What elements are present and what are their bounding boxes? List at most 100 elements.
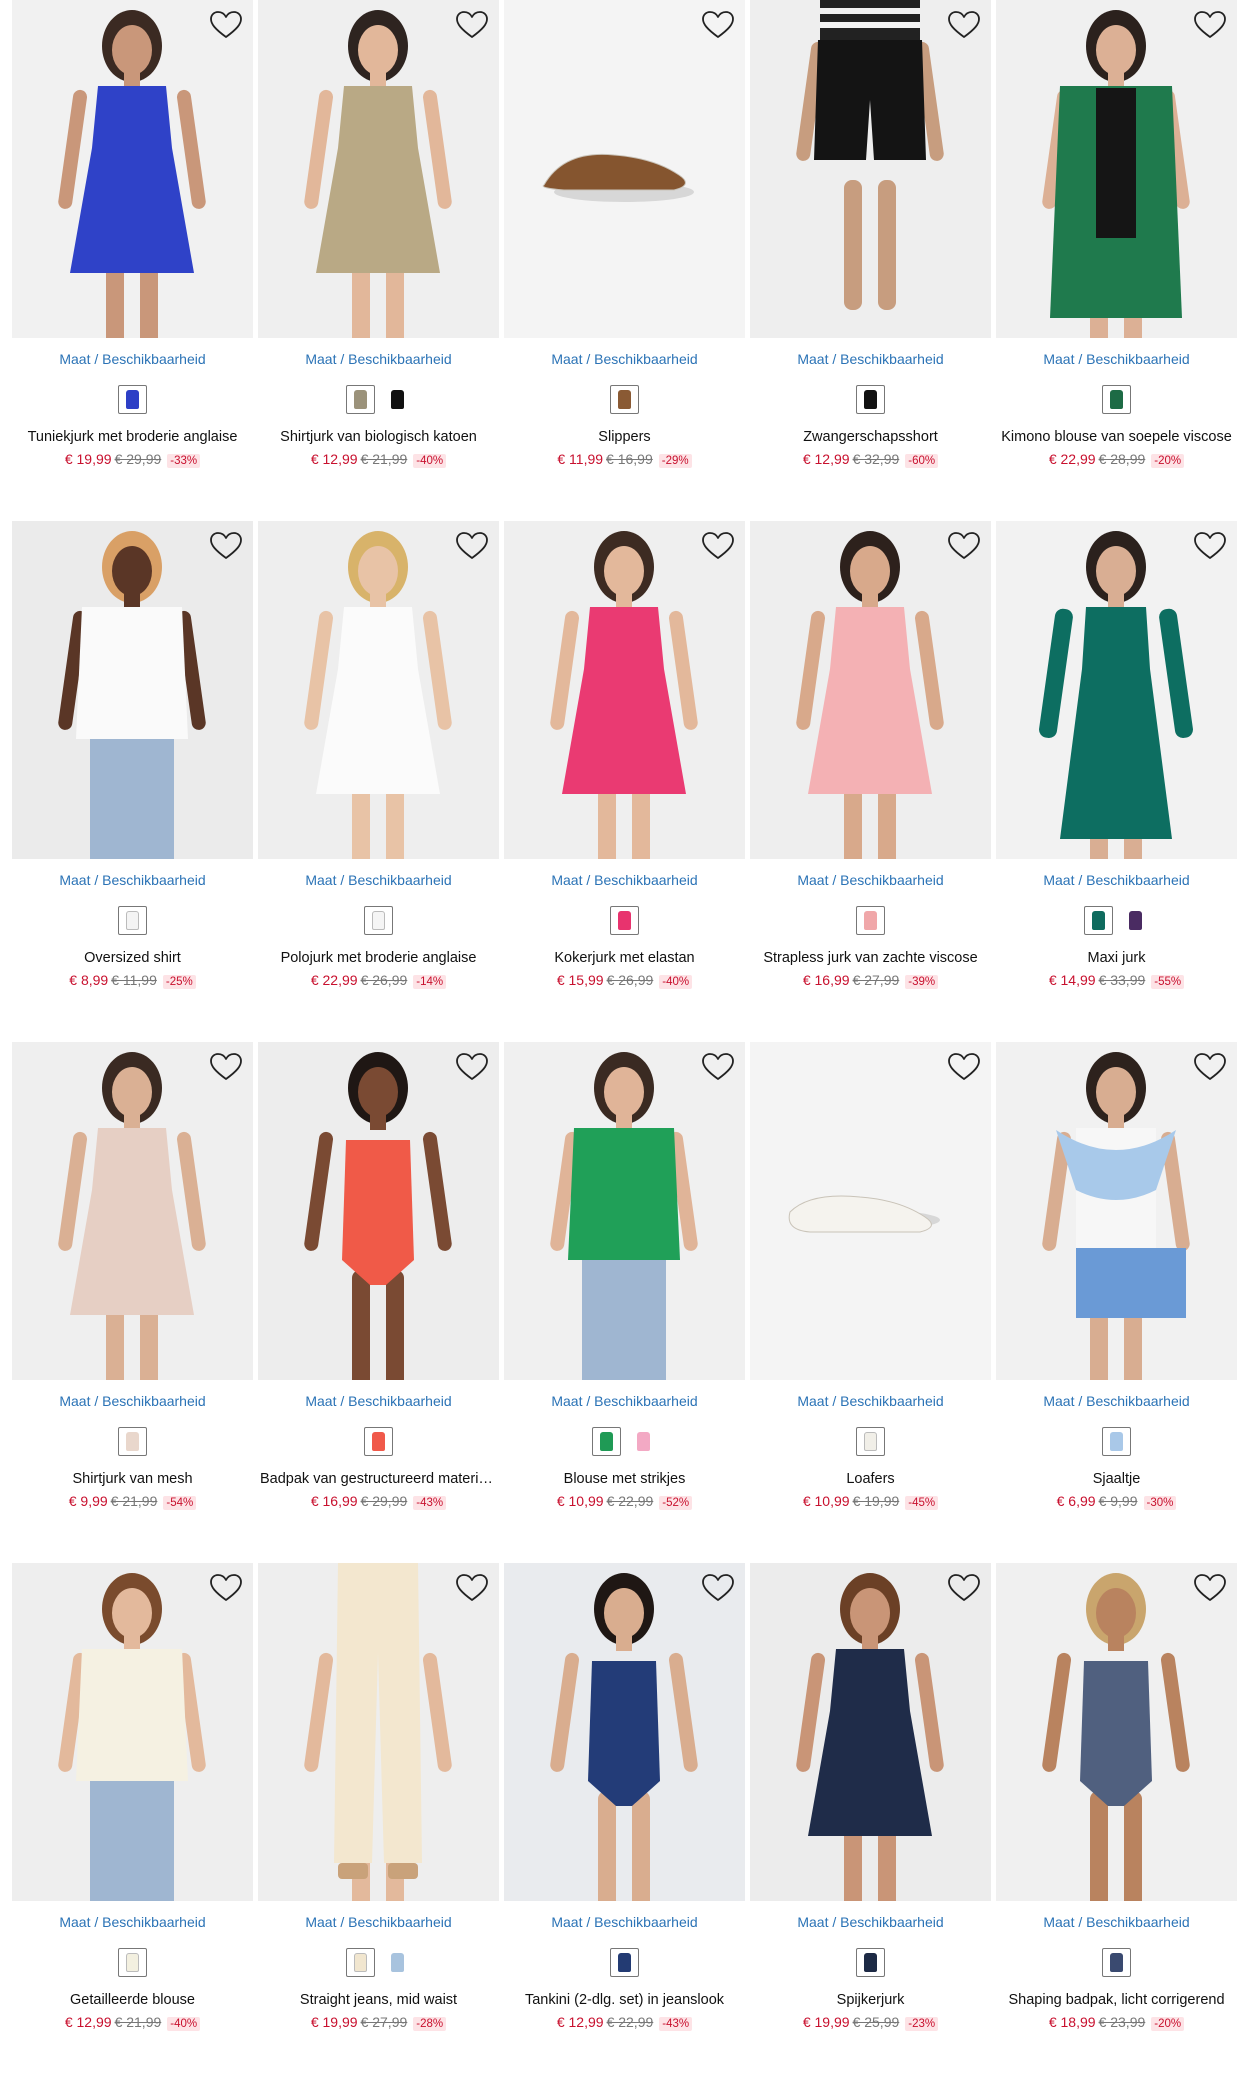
product-title[interactable]: Badpak van gestructureerd materiaal	[258, 1470, 499, 1488]
product-image[interactable]	[12, 1563, 253, 1901]
size-availability-link[interactable]: Maat / Beschikbaarheid	[504, 1913, 745, 1931]
product-image[interactable]	[258, 521, 499, 859]
color-swatch[interactable]	[591, 1427, 621, 1456]
product-title[interactable]: Spijkerjurk	[750, 1991, 991, 2009]
size-availability-link[interactable]: Maat / Beschikbaarheid	[12, 871, 253, 889]
product-card[interactable]: Maat / Beschikbaarheid Shirtjurk van bio…	[258, 0, 499, 521]
product-image[interactable]	[258, 1042, 499, 1380]
product-title[interactable]: Polojurk met broderie anglaise	[258, 949, 499, 967]
color-swatch[interactable]	[118, 1948, 147, 1977]
color-swatch[interactable]	[118, 1427, 147, 1456]
size-availability-link[interactable]: Maat / Beschikbaarheid	[12, 1392, 253, 1410]
color-swatch[interactable]	[1083, 906, 1113, 935]
heart-icon[interactable]	[701, 1573, 735, 1603]
color-swatch[interactable]	[856, 1948, 885, 1977]
color-swatch[interactable]	[628, 1427, 658, 1456]
product-card[interactable]: Maat / Beschikbaarheid Maxi jurk € 14,99…	[996, 521, 1237, 1042]
product-title[interactable]: Sjaaltje	[996, 1470, 1237, 1488]
product-title[interactable]: Blouse met strikjes	[504, 1470, 745, 1488]
product-card[interactable]: Maat / Beschikbaarheid Slippers € 11,99 €…	[504, 0, 745, 521]
color-swatch[interactable]	[610, 1948, 639, 1977]
size-availability-link[interactable]: Maat / Beschikbaarheid	[750, 350, 991, 368]
product-title[interactable]: Strapless jurk van zachte viscose	[750, 949, 991, 967]
color-swatch[interactable]	[1102, 1948, 1131, 1977]
color-swatch[interactable]	[118, 906, 147, 935]
product-card[interactable]: Maat / Beschikbaarheid Zwangerschapsshor…	[750, 0, 991, 521]
size-availability-link[interactable]: Maat / Beschikbaarheid	[750, 871, 991, 889]
heart-icon[interactable]	[701, 10, 735, 40]
product-card[interactable]: Maat / Beschikbaarheid Shirtjurk van mes…	[12, 1042, 253, 1563]
product-card[interactable]: Maat / Beschikbaarheid Tuniekjurk met br…	[12, 0, 253, 521]
product-image[interactable]	[504, 1563, 745, 1901]
product-card[interactable]: Maat / Beschikbaarheid Strapless jurk va…	[750, 521, 991, 1042]
heart-icon[interactable]	[947, 1573, 981, 1603]
product-image[interactable]	[504, 0, 745, 338]
product-title[interactable]: Shaping badpak, licht corrigerend	[996, 1991, 1237, 2009]
product-card[interactable]: Maat / Beschikbaarheid Getailleerde blou…	[12, 1563, 253, 2084]
heart-icon[interactable]	[1193, 1052, 1227, 1082]
product-image[interactable]	[750, 1563, 991, 1901]
heart-icon[interactable]	[947, 531, 981, 561]
product-title[interactable]: Shirtjurk van biologisch katoen	[258, 428, 499, 446]
size-availability-link[interactable]: Maat / Beschikbaarheid	[750, 1392, 991, 1410]
product-card[interactable]: Maat / Beschikbaarheid Kimono blouse van…	[996, 0, 1237, 521]
size-availability-link[interactable]: Maat / Beschikbaarheid	[504, 1392, 745, 1410]
size-availability-link[interactable]: Maat / Beschikbaarheid	[996, 871, 1237, 889]
heart-icon[interactable]	[1193, 1573, 1227, 1603]
product-card[interactable]: Maat / Beschikbaarheid Badpak van gestru…	[258, 1042, 499, 1563]
product-image[interactable]	[12, 521, 253, 859]
product-image[interactable]	[504, 521, 745, 859]
product-card[interactable]: Maat / Beschikbaarheid Sjaaltje € 6,99 € …	[996, 1042, 1237, 1563]
size-availability-link[interactable]: Maat / Beschikbaarheid	[750, 1913, 991, 1931]
heart-icon[interactable]	[209, 10, 243, 40]
color-swatch[interactable]	[1120, 906, 1150, 935]
product-title[interactable]: Getailleerde blouse	[12, 1991, 253, 2009]
heart-icon[interactable]	[1193, 531, 1227, 561]
product-title[interactable]: Shirtjurk van mesh	[12, 1470, 253, 1488]
size-availability-link[interactable]: Maat / Beschikbaarheid	[996, 350, 1237, 368]
color-swatch[interactable]	[856, 1427, 885, 1456]
product-image[interactable]	[750, 0, 991, 338]
product-card[interactable]: Maat / Beschikbaarheid Oversized shirt €…	[12, 521, 253, 1042]
product-image[interactable]	[996, 1042, 1237, 1380]
size-availability-link[interactable]: Maat / Beschikbaarheid	[12, 350, 253, 368]
size-availability-link[interactable]: Maat / Beschikbaarheid	[258, 871, 499, 889]
color-swatch[interactable]	[1102, 385, 1131, 414]
heart-icon[interactable]	[209, 1573, 243, 1603]
heart-icon[interactable]	[455, 1052, 489, 1082]
heart-icon[interactable]	[455, 1573, 489, 1603]
color-swatch[interactable]	[610, 385, 639, 414]
product-title[interactable]: Tuniekjurk met broderie anglaise	[12, 428, 253, 446]
color-swatch[interactable]	[118, 385, 147, 414]
product-title[interactable]: Slippers	[504, 428, 745, 446]
product-card[interactable]: Maat / Beschikbaarheid Straight jeans, m…	[258, 1563, 499, 2084]
color-swatch[interactable]	[856, 906, 885, 935]
product-card[interactable]: Maat / Beschikbaarheid Spijkerjurk € 19,…	[750, 1563, 991, 2084]
product-card[interactable]: Maat / Beschikbaarheid Kokerjurk met ela…	[504, 521, 745, 1042]
product-card[interactable]: Maat / Beschikbaarheid Tankini (2-dlg. s…	[504, 1563, 745, 2084]
size-availability-link[interactable]: Maat / Beschikbaarheid	[258, 1392, 499, 1410]
product-title[interactable]: Zwangerschapsshort	[750, 428, 991, 446]
product-title[interactable]: Oversized shirt	[12, 949, 253, 967]
size-availability-link[interactable]: Maat / Beschikbaarheid	[258, 1913, 499, 1931]
product-title[interactable]: Loafers	[750, 1470, 991, 1488]
product-image[interactable]	[258, 0, 499, 338]
product-title[interactable]: Tankini (2-dlg. set) in jeanslook	[504, 1991, 745, 2009]
product-card[interactable]: Maat / Beschikbaarheid Loafers € 10,99 € …	[750, 1042, 991, 1563]
color-swatch[interactable]	[364, 1427, 393, 1456]
heart-icon[interactable]	[209, 531, 243, 561]
product-image[interactable]	[258, 1563, 499, 1901]
size-availability-link[interactable]: Maat / Beschikbaarheid	[12, 1913, 253, 1931]
size-availability-link[interactable]: Maat / Beschikbaarheid	[258, 350, 499, 368]
color-swatch[interactable]	[345, 1948, 375, 1977]
product-title[interactable]: Kokerjurk met elastan	[504, 949, 745, 967]
product-image[interactable]	[750, 521, 991, 859]
product-image[interactable]	[996, 521, 1237, 859]
color-swatch[interactable]	[364, 906, 393, 935]
size-availability-link[interactable]: Maat / Beschikbaarheid	[996, 1913, 1237, 1931]
heart-icon[interactable]	[947, 1052, 981, 1082]
product-card[interactable]: Maat / Beschikbaarheid Blouse met strikj…	[504, 1042, 745, 1563]
product-card[interactable]: Maat / Beschikbaarheid Shaping badpak, l…	[996, 1563, 1237, 2084]
color-swatch[interactable]	[610, 906, 639, 935]
heart-icon[interactable]	[1193, 10, 1227, 40]
